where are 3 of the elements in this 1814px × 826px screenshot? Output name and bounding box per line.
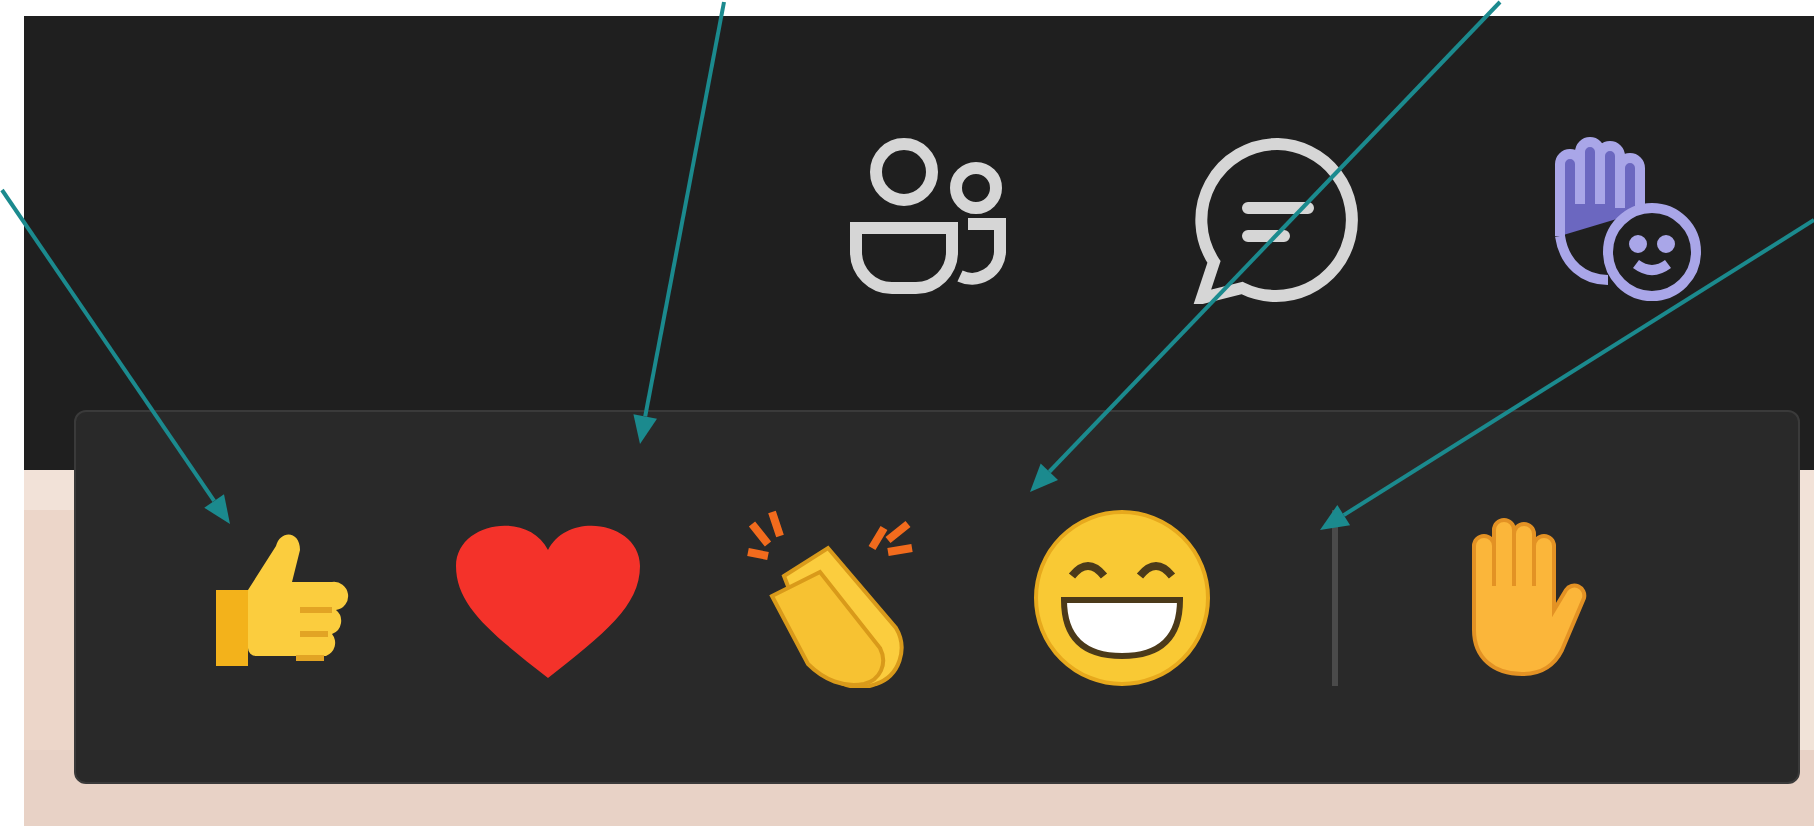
people-icon[interactable] — [844, 136, 1012, 296]
chat-icon[interactable] — [1192, 136, 1364, 304]
grinning-face-icon[interactable] — [1032, 507, 1212, 687]
